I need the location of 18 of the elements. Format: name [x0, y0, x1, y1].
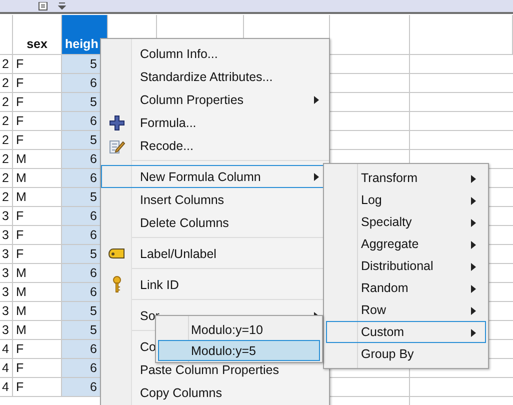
table-cell: 3: [0, 264, 13, 283]
table-cell: 2: [0, 112, 13, 131]
table-cell: 3: [0, 283, 13, 302]
table-cell: 3: [0, 226, 13, 245]
table-cell: 2: [0, 74, 13, 93]
table-cell: 3: [0, 321, 13, 340]
table-cell: 2: [0, 169, 13, 188]
table-cell: 2: [0, 131, 13, 150]
table-cell: 3: [0, 207, 13, 226]
table-cell: 3: [0, 245, 13, 264]
table-cell: 2: [0, 55, 13, 74]
table-cell: 2: [0, 150, 13, 169]
table-cell: 3: [0, 302, 13, 321]
table-cell: 4: [0, 378, 13, 397]
table-cell: 4: [0, 340, 13, 359]
table-cell: 4: [0, 359, 13, 378]
table-cell: 2: [0, 188, 13, 207]
table-cell: 2: [0, 93, 13, 112]
